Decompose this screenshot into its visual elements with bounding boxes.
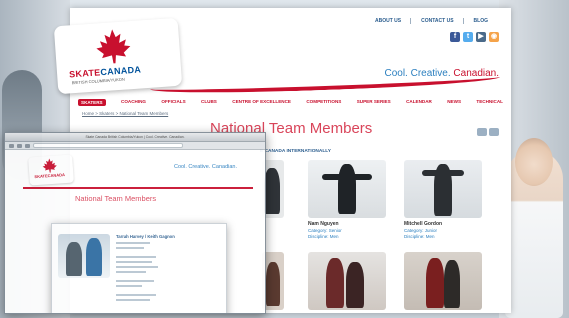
forward-icon[interactable] bbox=[17, 143, 22, 148]
facebook-icon[interactable]: f bbox=[450, 32, 460, 42]
main-nav: SKATERS COACHING OFFICIALS CLUBS CENTRE … bbox=[78, 99, 503, 106]
athlete-card[interactable]: Nam Nguyen Category: Senior Discipline: … bbox=[308, 160, 386, 239]
breadcrumb[interactable]: Home > Skaters > National Team Members bbox=[82, 111, 168, 116]
skate-canada-logo[interactable]: SKATECANADA BRITISH COLUMBIA/YUKON bbox=[53, 17, 183, 95]
modal-athlete-figure-partner bbox=[86, 238, 102, 276]
nav-item-calendar[interactable]: CALENDAR bbox=[406, 99, 432, 106]
nav-item-centre-of-excellence[interactable]: CENTRE OF EXCELLENCE bbox=[232, 99, 291, 106]
grid-view-icon[interactable] bbox=[477, 128, 487, 136]
athlete-photo bbox=[308, 252, 386, 310]
background-skater-right bbox=[505, 138, 563, 318]
overlay-browser-window[interactable]: Skate Canada British Columbia/Yukon | Co… bbox=[4, 132, 266, 314]
modal-text-line bbox=[116, 294, 156, 296]
modal-athlete-figure bbox=[66, 242, 82, 276]
modal-text-line bbox=[116, 247, 144, 249]
athlete-name: Nam Nguyen bbox=[308, 221, 339, 227]
skater-head bbox=[515, 138, 553, 186]
top-links: ABOUT US CONTACT US BLOG bbox=[375, 18, 497, 24]
modal-text-line bbox=[116, 299, 150, 301]
modal-text-line bbox=[116, 261, 152, 263]
athlete-figure-partner bbox=[346, 262, 364, 308]
athlete-photo bbox=[308, 160, 386, 218]
overlay-title-bar: Skate Canada British Columbia/Yukon | Co… bbox=[5, 133, 265, 142]
youtube-icon[interactable]: ▶ bbox=[476, 32, 486, 42]
modal-athlete-name: Tarrah Harvey / Keith Gagnon bbox=[116, 234, 175, 239]
tagline-part: Cool. Creative. bbox=[384, 68, 454, 79]
overlay-tagline: Cool. Creative. Canadian. bbox=[174, 164, 237, 170]
overlay-logo: SKATECANADA bbox=[28, 154, 74, 186]
list-view-icon[interactable] bbox=[489, 128, 499, 136]
modal-text-line bbox=[116, 285, 142, 287]
athlete-figure bbox=[426, 258, 444, 308]
modal-text-line bbox=[116, 266, 158, 268]
athlete-discipline: Discipline: Men bbox=[404, 234, 435, 239]
modal-photo bbox=[58, 234, 110, 278]
athlete-card[interactable] bbox=[404, 252, 482, 310]
overlay-nav-line bbox=[23, 186, 253, 189]
reload-icon[interactable] bbox=[25, 143, 30, 148]
maple-leaf-icon bbox=[96, 29, 131, 64]
nav-item-officials[interactable]: OFFICIALS bbox=[161, 99, 185, 106]
nav-item-competitions[interactable]: COMPETITIONS bbox=[306, 99, 341, 106]
athlete-detail-modal[interactable]: Tarrah Harvey / Keith Gagnon × bbox=[51, 223, 227, 313]
modal-text-line bbox=[116, 280, 154, 282]
address-bar[interactable] bbox=[33, 143, 183, 148]
nav-item-news[interactable]: NEWS bbox=[447, 99, 461, 106]
modal-text-line bbox=[116, 242, 150, 244]
modal-text-line bbox=[116, 256, 156, 258]
overlay-website: SKATECANADA Cool. Creative. Canadian. Na… bbox=[5, 150, 265, 313]
nav-item-technical[interactable]: TECHNICAL bbox=[476, 99, 503, 106]
nav-item-super-series[interactable]: SUPER SERIES bbox=[357, 99, 391, 106]
overlay-page-title: National Team Members bbox=[75, 194, 157, 203]
social-icons: f t ▶ ◉ bbox=[450, 32, 499, 42]
athlete-arms bbox=[422, 170, 464, 176]
overlay-logo-text: SKATECANADA bbox=[34, 172, 66, 180]
nav-item-coaching[interactable]: COACHING bbox=[121, 99, 146, 106]
screenshot-stage: ABOUT US CONTACT US BLOG f t ▶ ◉ SKATECA… bbox=[0, 0, 569, 318]
rss-icon[interactable]: ◉ bbox=[489, 32, 499, 42]
athlete-card[interactable] bbox=[308, 252, 386, 310]
view-toggle bbox=[477, 128, 499, 136]
athlete-card[interactable]: Mitchell Gordon Category: Junior Discipl… bbox=[404, 160, 482, 239]
blog-link[interactable]: BLOG bbox=[474, 18, 497, 24]
athlete-figure bbox=[326, 258, 344, 308]
athlete-photo bbox=[404, 252, 482, 310]
contact-us-link[interactable]: CONTACT US bbox=[421, 18, 464, 24]
athlete-arms bbox=[322, 174, 372, 180]
athlete-figure bbox=[266, 262, 280, 306]
maple-leaf-icon bbox=[42, 158, 57, 173]
nav-item-clubs[interactable]: CLUBS bbox=[201, 99, 217, 106]
athlete-discipline: Discipline: Men bbox=[308, 234, 339, 239]
back-icon[interactable] bbox=[9, 143, 14, 148]
tagline-canadian: Canadian. bbox=[453, 68, 499, 79]
overlay-toolbar bbox=[5, 142, 265, 150]
athlete-photo bbox=[404, 160, 482, 218]
athlete-category: Category: Junior bbox=[404, 228, 438, 233]
athlete-figure bbox=[264, 168, 280, 214]
athlete-category: Category: Senior bbox=[308, 228, 342, 233]
athlete-name: Mitchell Gordon bbox=[404, 221, 443, 227]
nav-item-skaters[interactable]: SKATERS bbox=[78, 99, 106, 106]
logo-canada: CANADA bbox=[100, 64, 142, 78]
twitter-icon[interactable]: t bbox=[463, 32, 473, 42]
about-us-link[interactable]: ABOUT US bbox=[375, 18, 412, 24]
athlete-figure-partner bbox=[444, 260, 460, 308]
modal-text-line bbox=[116, 271, 146, 273]
site-tagline: Cool. Creative. Canadian. bbox=[384, 68, 499, 79]
section-label: E CANADA INTERNATIONALLY bbox=[260, 149, 331, 154]
athlete-figure bbox=[338, 164, 356, 214]
